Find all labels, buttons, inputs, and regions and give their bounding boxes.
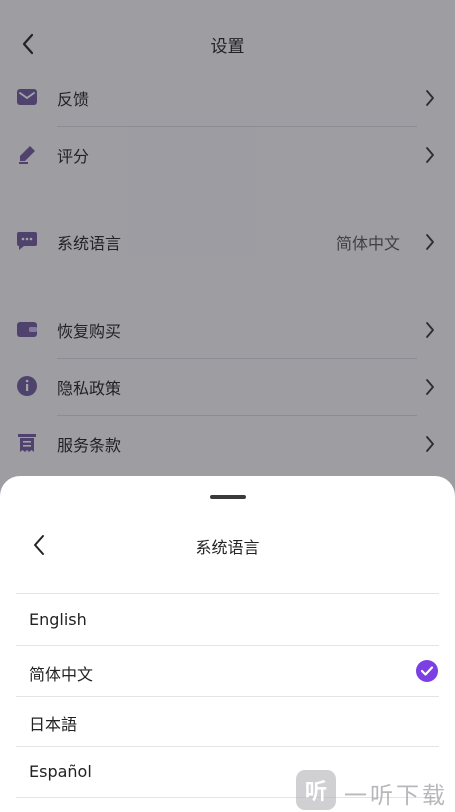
watermark-logo: 听 [296,770,336,810]
divider [16,593,439,594]
divider [16,746,439,747]
language-option-label: 日本語 [29,715,78,734]
check-circle-icon [416,660,438,682]
language-option-label: English [29,610,87,629]
divider [16,645,439,646]
sheet-title: 系统语言 [195,538,260,557]
watermark-text: 一听下载 [344,783,448,809]
language-option-english[interactable]: English [16,596,439,646]
language-option-japanese[interactable]: 日本語 [16,697,439,747]
watermark: 听 一听下载 [296,768,455,812]
language-option-simplified-chinese[interactable]: 简体中文 [16,647,439,697]
language-sheet: 系统语言 English 简体中文 日本語 Español [0,476,455,812]
language-option-label: 简体中文 [29,665,94,684]
sheet-drag-handle[interactable] [210,495,246,499]
language-option-label: Español [29,762,92,781]
